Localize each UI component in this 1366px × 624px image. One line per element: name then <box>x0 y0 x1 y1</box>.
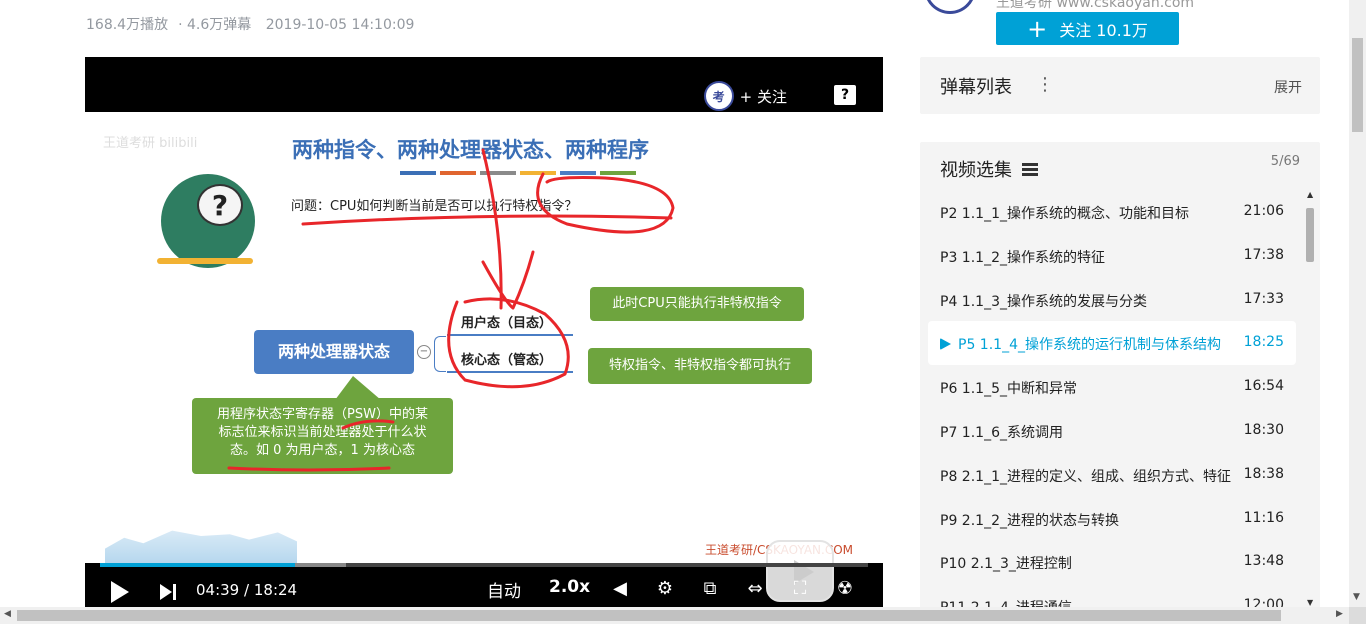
episode-duration: 21:06 <box>1243 203 1284 219</box>
episode-list-scrollbar[interactable]: ▲ ▼ <box>1304 190 1316 610</box>
page: 168.4万播放 · 4.6万弹幕 2019-10-05 14:10:09 考 +… <box>0 0 1366 624</box>
picture-in-picture-icon[interactable]: ⧉ <box>699 579 721 599</box>
episode-count: 5/69 <box>1270 154 1300 169</box>
episode-duration: 17:38 <box>1243 246 1284 263</box>
episode-duration: 17:33 <box>1243 290 1284 307</box>
episode-item-active[interactable]: P5 1.1_4_操作系统的运行机制与体系结构 18:25 <box>928 321 1296 366</box>
total-duration: 18:24 <box>253 581 298 599</box>
episode-title: P10 2.1_3_进程控制 <box>940 556 1072 573</box>
episode-list-header: 视频选集 <box>940 156 1038 182</box>
play-count: 168.4万播放 <box>86 17 169 33</box>
widescreen-icon[interactable]: ⇔ <box>744 579 766 599</box>
episode-title: P5 1.1_4_操作系统的运行机制与体系结构 <box>958 337 1221 354</box>
red-annotations <box>227 148 675 472</box>
horizontal-scroll-thumb[interactable] <box>17 610 1281 621</box>
volume-icon[interactable]: ◀ <box>609 579 631 599</box>
more-options-icon[interactable]: ⋮ <box>1036 75 1054 97</box>
episode-item[interactable]: P2 1.1_1_操作系统的概念、功能和目标 21:06 <box>928 190 1296 234</box>
quality-selector[interactable]: 自动 <box>487 577 521 602</box>
progress-played <box>100 563 296 567</box>
play-icon[interactable] <box>111 581 129 603</box>
episode-title: P8 2.1_1_进程的定义、组成、组织方式、特征 <box>940 468 1231 485</box>
vertical-scroll-thumb[interactable] <box>1352 38 1363 132</box>
episode-duration: 18:25 <box>1243 334 1284 351</box>
player-controls: 04:39 / 18:24 自动 2.0x ◀ ⚙ ⧉ ⇔ ⛶ ☢ <box>85 571 883 607</box>
state-underline-annotation <box>227 466 391 472</box>
player-follow-button[interactable]: 考 + 关注 <box>703 81 787 111</box>
list-view-icon[interactable] <box>1022 162 1038 176</box>
episode-item[interactable]: P8 2.1_1_进程的定义、组成、组织方式、特征 18:38 <box>928 453 1296 497</box>
danmaku-list-panel: 弹幕列表 ⋮ 展开 <box>920 57 1320 114</box>
now-playing-icon <box>940 338 951 351</box>
window-vertical-scrollbar[interactable]: ▼ <box>1349 0 1366 607</box>
next-episode-icon[interactable] <box>160 584 178 600</box>
web-fullscreen-icon[interactable]: ⛶ <box>789 579 811 599</box>
scroll-down-arrow-icon[interactable]: ▼ <box>1353 592 1360 602</box>
episode-title: P4 1.1_3_操作系统的发展与分类 <box>940 293 1147 310</box>
danmaku-count: 4.6万弹幕 <box>187 17 252 33</box>
episode-title: P3 1.1_2_操作系统的特征 <box>940 249 1105 266</box>
current-time: 04:39 <box>196 581 240 599</box>
settings-gear-icon[interactable]: ⚙ <box>654 579 676 599</box>
time-separator: / <box>244 581 250 599</box>
episode-item[interactable]: P9 2.1_2_进程的状态与转换 11:16 <box>928 497 1296 541</box>
time-display: 04:39 / 18:24 <box>196 581 297 599</box>
follow-button[interactable]: + 关注 10.1万 <box>996 12 1179 45</box>
underline-annotation <box>301 214 673 226</box>
uploader-logo-icon: 考 <box>703 81 734 111</box>
episode-title: P2 1.1_1_操作系统的概念、功能和目标 <box>940 206 1189 222</box>
video-player[interactable]: 考 + 关注 ? 王道考研 bilibili 两种指令、两种处理器状态、两种程序… <box>85 57 883 607</box>
episode-item[interactable]: P6 1.1_5_中断和异常 16:54 <box>928 365 1296 409</box>
publish-time: 2019-10-05 14:10:09 <box>265 17 415 33</box>
arrow-annotation <box>481 148 535 310</box>
plus-icon: + <box>1027 14 1048 43</box>
episode-duration: 18:30 <box>1243 421 1284 438</box>
episode-list-scroll-thumb[interactable] <box>1306 208 1314 262</box>
episode-title: P6 1.1_5_中断和异常 <box>940 381 1077 398</box>
video-meta: 168.4万播放 · 4.6万弹幕 2019-10-05 14:10:09 <box>86 17 415 33</box>
scroll-up-arrow-icon[interactable]: ▲ <box>1307 190 1313 199</box>
psw-underline-annotation <box>341 419 395 430</box>
episode-item[interactable]: P3 1.1_2_操作系统的特征 17:38 <box>928 234 1296 278</box>
episode-duration: 18:38 <box>1243 465 1284 482</box>
player-follow-label: + 关注 <box>739 87 787 106</box>
follow-button-label: 关注 10.1万 <box>1059 20 1148 40</box>
circle-annotation <box>536 172 675 234</box>
episode-title: P7 1.1_6_系统调用 <box>940 424 1063 441</box>
uploader-avatar[interactable] <box>924 0 976 14</box>
episode-list-panel: 视频选集 5/69 P2 1.1_1_操作系统的概念、功能和目标 21:06 P3 … <box>920 142 1320 624</box>
episode-list-title: 视频选集 <box>940 160 1012 181</box>
scrollbar-corner <box>1349 607 1366 624</box>
uploader-name[interactable]: 王道考研 www.cskaoyan.com <box>996 0 1194 12</box>
fullscreen-radiation-icon[interactable]: ☢ <box>834 579 856 599</box>
episode-item[interactable]: P10 2.1_3_进程控制 13:48 <box>928 540 1296 584</box>
help-icon[interactable]: ? <box>834 85 856 105</box>
danmaku-list-title: 弹幕列表 <box>940 77 1012 98</box>
episode-list: P2 1.1_1_操作系统的概念、功能和目标 21:06 P3 1.1_2_操作系统… <box>928 190 1296 624</box>
expand-danmaku-button[interactable]: 展开 <box>1274 77 1302 97</box>
scroll-right-arrow-icon[interactable]: ▶ <box>1336 609 1343 619</box>
episode-duration: 13:48 <box>1243 553 1284 570</box>
scroll-left-arrow-icon[interactable]: ◀ <box>4 609 11 619</box>
episode-duration: 16:54 <box>1243 378 1284 395</box>
window-horizontal-scrollbar[interactable]: ◀ ▶ <box>0 607 1349 624</box>
speed-selector[interactable]: 2.0x <box>549 577 590 597</box>
episode-duration: 11:16 <box>1243 509 1284 526</box>
scroll-down-arrow-icon[interactable]: ▼ <box>1307 598 1313 607</box>
episode-item[interactable]: P4 1.1_3_操作系统的发展与分类 17:33 <box>928 278 1296 322</box>
video-frame[interactable]: 王道考研 bilibili 两种指令、两种处理器状态、两种程序 问题：CPU如何… <box>85 112 883 602</box>
episode-title: P9 2.1_2_进程的状态与转换 <box>940 512 1119 529</box>
state-circle-annotation <box>447 297 570 389</box>
progress-bar[interactable] <box>100 563 868 567</box>
episode-item[interactable]: P7 1.1_6_系统调用 18:30 <box>928 409 1296 453</box>
